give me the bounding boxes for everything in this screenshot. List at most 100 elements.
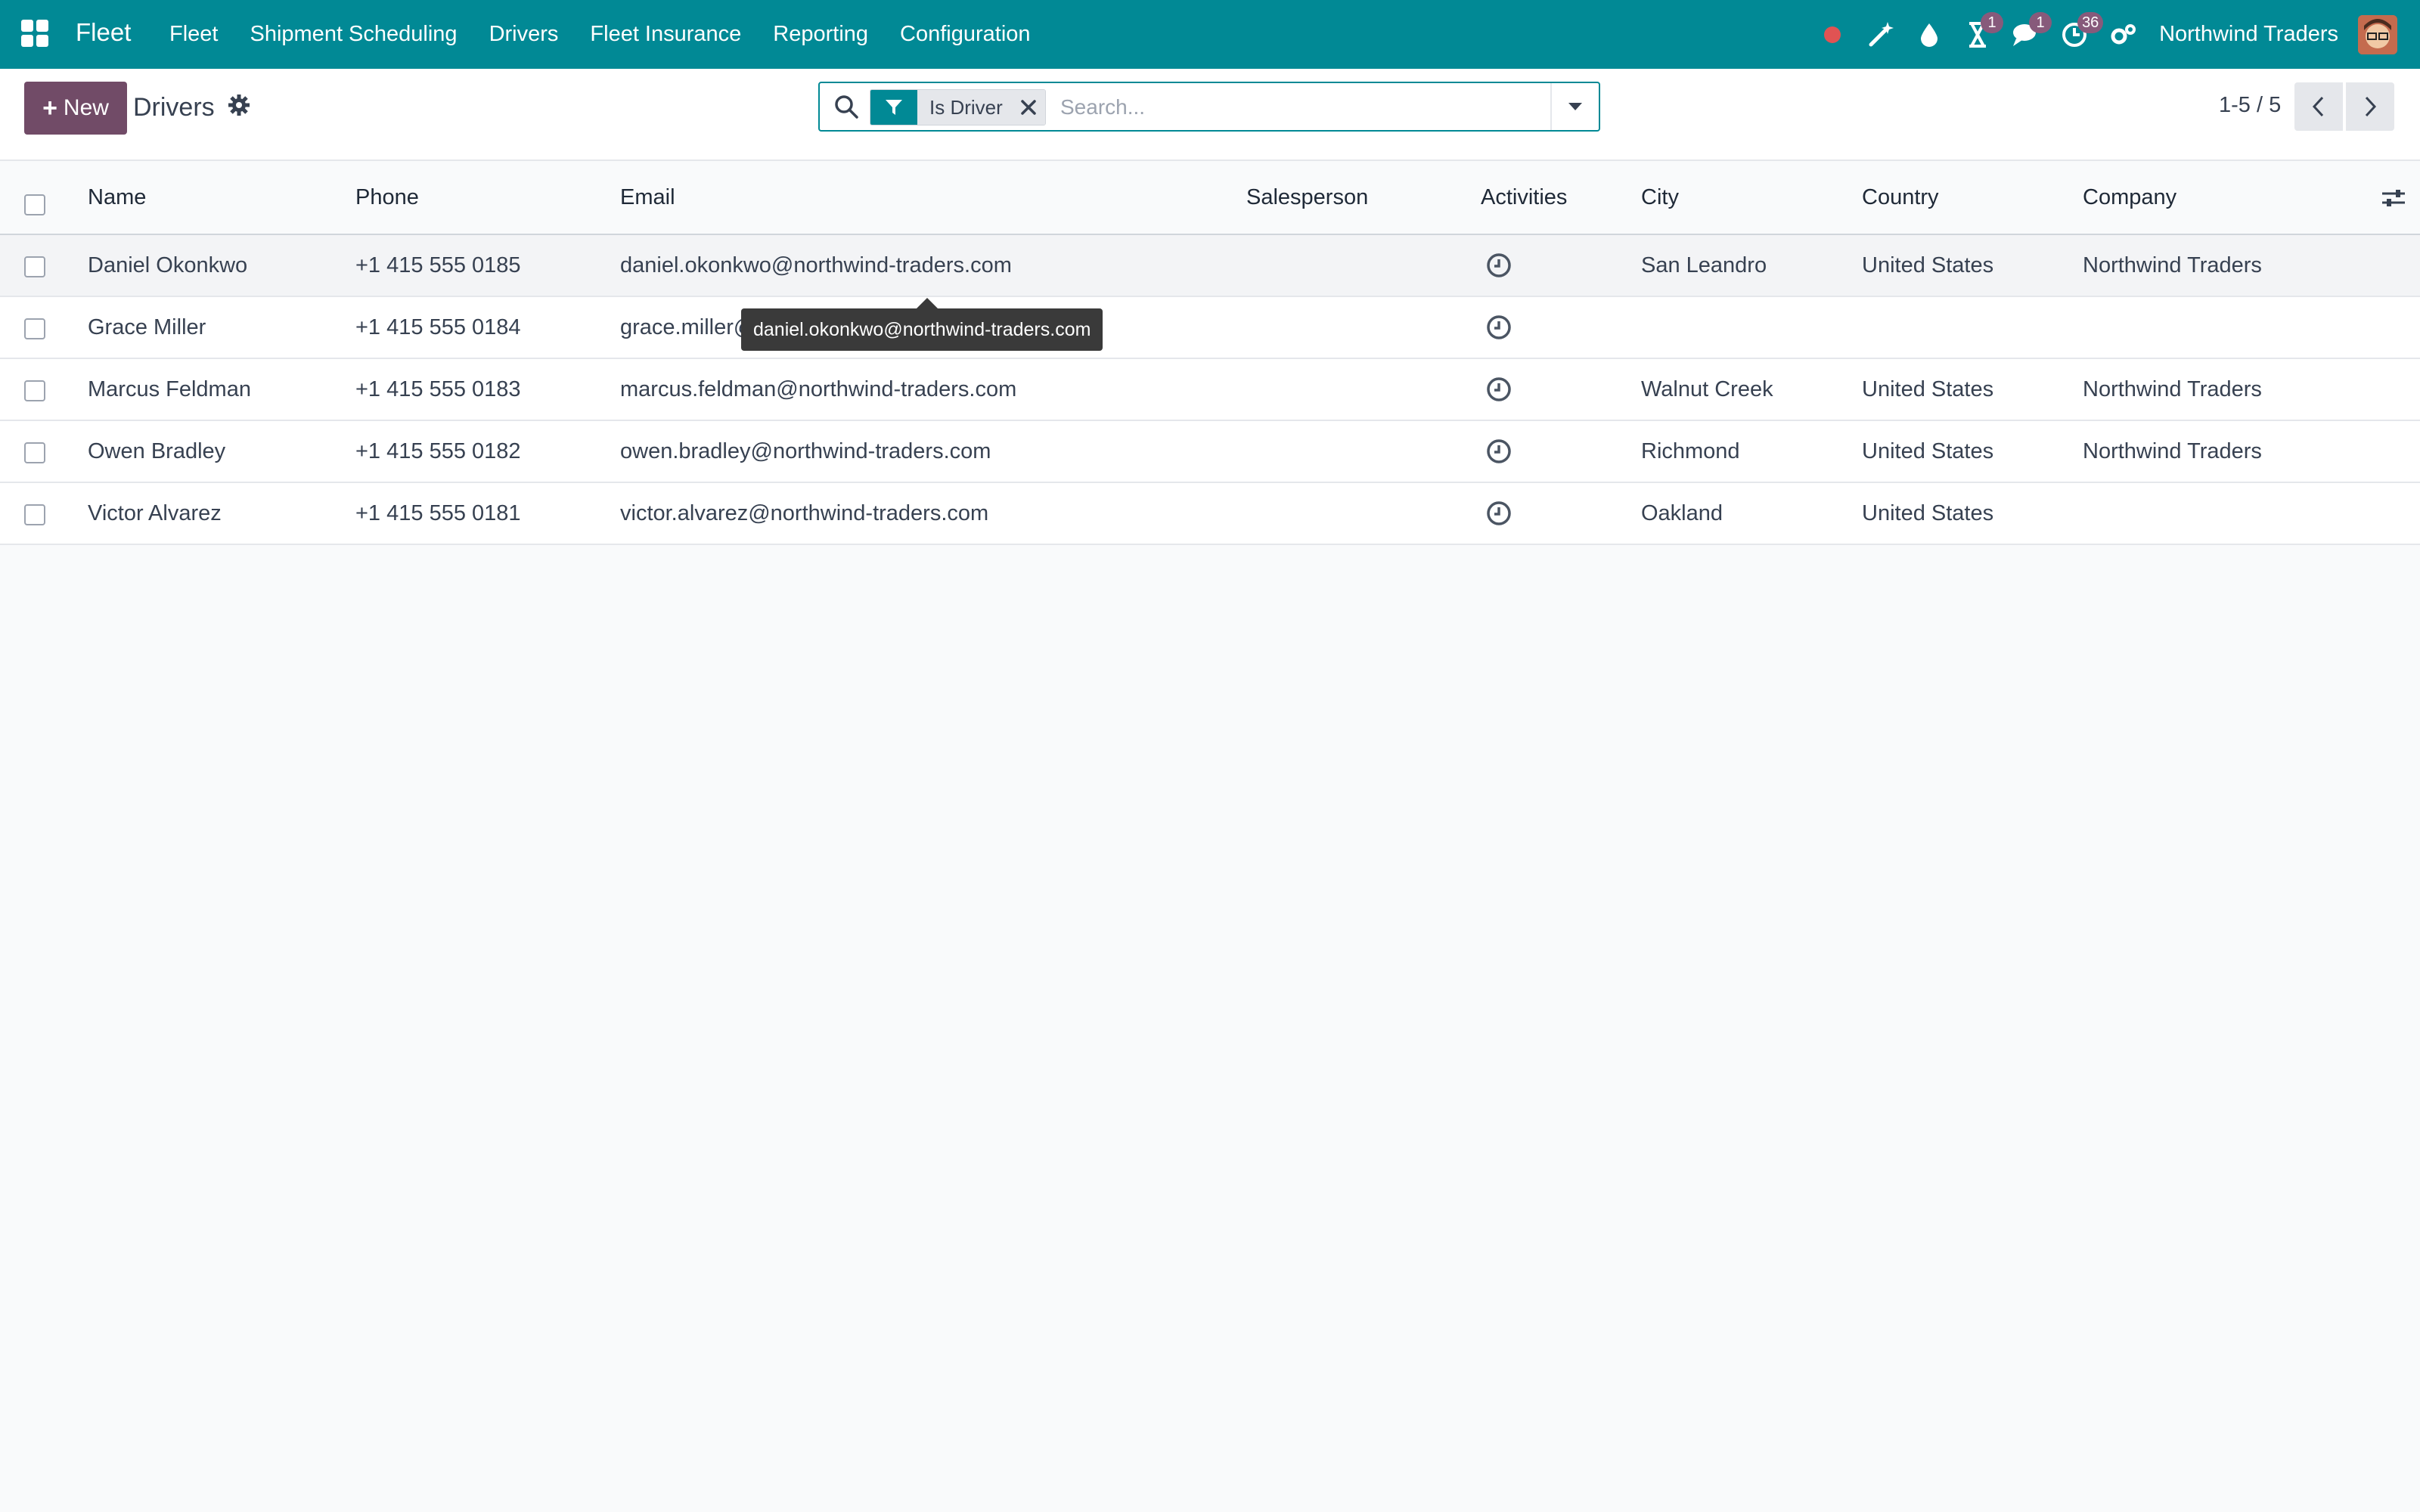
messages-icon[interactable]: 1 [2009, 11, 2052, 51]
menu-item-shipment-scheduling[interactable]: Shipment Scheduling [250, 22, 457, 47]
cell-name: Marcus Feldman [88, 377, 251, 401]
cell-company [2083, 483, 2332, 544]
cell-name: Daniel Okonkwo [88, 253, 248, 277]
search-facet: Is Driver [870, 89, 1046, 125]
table-row[interactable]: Grace Miller +1 415 555 0184 grace.mille… [0, 297, 2420, 359]
column-header-activities[interactable]: Activities [1481, 161, 1632, 234]
cell-name: Victor Alvarez [88, 501, 222, 525]
cell-country: United States [1862, 501, 1994, 525]
menu-item-reporting[interactable]: Reporting [773, 22, 868, 47]
gear-icon[interactable] [227, 93, 251, 117]
table-row[interactable]: Daniel Okonkwo +1 415 555 0185 daniel.ok… [0, 235, 2420, 297]
cell-country: United States [1862, 439, 1994, 463]
column-header-name[interactable]: Name [88, 161, 345, 234]
magic-wand-icon[interactable] [1864, 18, 1897, 51]
activity-clock-icon[interactable] [1485, 376, 1512, 403]
cell-city [1641, 297, 1853, 358]
user-avatar[interactable] [2358, 14, 2397, 54]
control-panel: + New Drivers Is Driver 1-5 / 5 [0, 69, 2420, 161]
menu-item-fleet[interactable]: Fleet [169, 22, 218, 47]
row-checkbox[interactable] [24, 256, 45, 277]
search-options-toggle[interactable] [1550, 83, 1599, 130]
cell-email: owen.bradley@northwind-traders.com [620, 439, 991, 463]
cell-phone: +1 415 555 0181 [355, 501, 521, 525]
messages-badge: 1 [2029, 11, 2052, 33]
cell-salesperson [1246, 421, 1458, 482]
plus-icon: + [42, 93, 57, 122]
cell-country: United States [1862, 253, 1994, 277]
breadcrumb: Drivers [133, 93, 215, 122]
column-header-salesperson[interactable]: Salesperson [1246, 161, 1458, 234]
app-brand[interactable]: Fleet [76, 18, 131, 47]
cell-email: marcus.feldman@northwind-traders.com [620, 377, 1017, 401]
new-button[interactable]: + New [24, 82, 127, 135]
search-bar: Is Driver [818, 82, 1600, 132]
cell-salesperson [1246, 235, 1458, 296]
hourglass-icon[interactable]: 1 [1961, 11, 2004, 51]
activity-clock-icon[interactable] [1485, 500, 1512, 527]
row-checkbox[interactable] [24, 318, 45, 339]
cell-salesperson [1246, 297, 1458, 358]
cell-email: daniel.okonkwo@northwind-traders.com [620, 253, 1012, 277]
cell-email: victor.alvarez@northwind-traders.com [620, 501, 989, 525]
column-header-country[interactable]: Country [1862, 161, 2074, 234]
cell-country [1862, 297, 2074, 358]
cell-city: Walnut Creek [1641, 377, 1773, 401]
pager-value[interactable]: 1-5 / 5 [2219, 93, 2281, 118]
chevron-right-icon [2365, 96, 2377, 117]
tooltip-arrow [917, 298, 938, 308]
caret-down-icon [1568, 103, 1582, 110]
activity-clock-icon[interactable]: 36 [2058, 11, 2104, 51]
chevron-left-icon [2312, 96, 2324, 117]
list-header: Name Phone Email Salesperson Activities … [0, 161, 2420, 235]
cell-company: Northwind Traders [2083, 377, 2262, 401]
cell-city: Richmond [1641, 439, 1740, 463]
menu-item-fleet-insurance[interactable]: Fleet Insurance [590, 22, 741, 47]
table-row[interactable]: Owen Bradley +1 415 555 0182 owen.bradle… [0, 421, 2420, 483]
filter-icon [870, 90, 917, 125]
row-checkbox[interactable] [24, 504, 45, 525]
cell-country: United States [1862, 377, 1994, 401]
table-row[interactable]: Marcus Feldman +1 415 555 0183 marcus.fe… [0, 359, 2420, 421]
cell-city: San Leandro [1641, 253, 1767, 277]
column-header-email[interactable]: Email [620, 161, 1225, 234]
cell-phone: +1 415 555 0184 [355, 315, 521, 339]
cell-city: Oakland [1641, 501, 1723, 525]
table-row[interactable]: Victor Alvarez +1 415 555 0181 victor.al… [0, 483, 2420, 545]
search-input[interactable] [1059, 89, 1561, 125]
activity-clock-icon[interactable] [1485, 438, 1512, 465]
drivers-list: Name Phone Email Salesperson Activities … [0, 161, 2420, 545]
row-checkbox[interactable] [24, 442, 45, 463]
apps-menu-icon[interactable] [21, 20, 48, 47]
column-header-city[interactable]: City [1641, 161, 1853, 234]
main-menu: Fleet Shipment Scheduling Drivers Fleet … [169, 0, 1063, 69]
menu-item-drivers[interactable]: Drivers [489, 22, 559, 47]
column-header-company[interactable]: Company [2083, 161, 2332, 234]
droplet-icon[interactable] [1913, 18, 1946, 51]
facet-close-icon[interactable] [1011, 90, 1045, 125]
activity-clock-icon[interactable] [1485, 252, 1512, 279]
optional-columns-icon[interactable] [2381, 187, 2406, 209]
pager-previous-button[interactable] [2294, 82, 2343, 131]
company-switcher[interactable]: Northwind Traders [2159, 22, 2338, 47]
record-icon[interactable] [1816, 18, 1849, 51]
cell-salesperson [1246, 483, 1458, 544]
new-button-label: New [63, 95, 109, 120]
row-checkbox[interactable] [24, 380, 45, 401]
activity-clock-icon[interactable] [1485, 314, 1512, 341]
column-header-phone[interactable]: Phone [355, 161, 605, 234]
select-all-checkbox[interactable] [24, 194, 45, 215]
cell-salesperson [1246, 359, 1458, 420]
cell-phone: +1 415 555 0185 [355, 253, 521, 277]
cell-phone: +1 415 555 0183 [355, 377, 521, 401]
pager-next-button[interactable] [2346, 82, 2394, 131]
cell-company: Northwind Traders [2083, 253, 2262, 277]
settings-gears-icon[interactable] [2106, 18, 2139, 51]
email-tooltip: daniel.okonkwo@northwind-traders.com [741, 308, 1103, 351]
cell-phone: +1 415 555 0182 [355, 439, 521, 463]
search-icon[interactable] [833, 94, 859, 119]
cell-name: Grace Miller [88, 315, 206, 339]
cell-name: Owen Bradley [88, 439, 226, 463]
menu-item-configuration[interactable]: Configuration [900, 22, 1031, 47]
cell-company [2083, 297, 2332, 358]
